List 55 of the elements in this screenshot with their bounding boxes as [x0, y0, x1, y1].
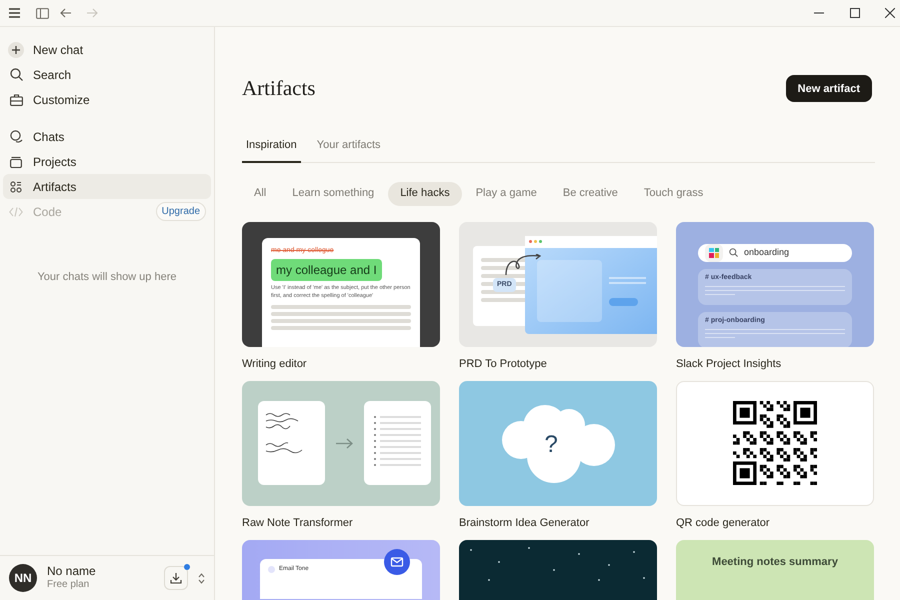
filter-chip[interactable]: Life hacks — [388, 182, 462, 206]
minimize-icon[interactable] — [814, 12, 824, 14]
correction-highlight: my colleague and I — [271, 259, 382, 281]
card-title[interactable]: Raw Note Transformer — [242, 514, 440, 528]
code-icon — [9, 206, 23, 216]
sidebar-item[interactable]: Chats — [3, 124, 211, 149]
artifact-thumbnail[interactable]: ? — [459, 380, 657, 506]
card-title[interactable]: Slack Project Insights — [676, 356, 874, 370]
expand-chevrons-icon[interactable] — [198, 572, 205, 584]
back-arrow-icon[interactable] — [60, 8, 72, 18]
filter-chip[interactable]: Play a game — [464, 182, 549, 206]
filter-chip[interactable]: Learn something — [280, 182, 386, 206]
artifact-thumbnail[interactable] — [242, 380, 440, 506]
page-title: Artifacts — [242, 75, 316, 102]
mail-icon — [384, 548, 410, 574]
search-icon — [10, 68, 22, 81]
card-heading: Meeting notes summary — [712, 554, 838, 568]
tab[interactable]: Inspiration — [242, 130, 301, 162]
artifact-thumbnail[interactable] — [676, 380, 874, 506]
menu-icon[interactable] — [9, 8, 20, 18]
search-icon — [729, 248, 738, 257]
close-icon[interactable] — [885, 8, 895, 18]
sidebar-item[interactable]: New chat — [3, 37, 211, 62]
sidebar-item[interactable]: Projects — [3, 149, 211, 174]
empty-state-text: Your chats will show up here — [36, 270, 178, 285]
maximize-icon[interactable] — [850, 8, 860, 18]
card-title[interactable]: Brainstorm Idea Generator — [459, 514, 657, 528]
app-logo-icon — [705, 244, 723, 262]
tab[interactable]: Your artifacts — [312, 130, 385, 162]
filter-chip[interactable]: Be creative — [550, 182, 630, 206]
sidebar-item[interactable]: Search — [3, 62, 211, 87]
artifact-thumbnail[interactable]: Meeting notes summary — [676, 540, 874, 600]
card-title[interactable]: Writing editor — [242, 356, 440, 370]
user-name: No name — [47, 564, 97, 578]
search-bar-drawing: onboarding — [698, 244, 852, 262]
new-artifact-button[interactable]: New artifact — [786, 75, 872, 102]
download-icon — [170, 572, 182, 584]
filter-chip[interactable]: All — [242, 182, 278, 206]
right-arrow-icon — [336, 438, 353, 448]
card-title[interactable]: QR code generator — [676, 514, 874, 528]
card-title[interactable]: PRD To Prototype — [459, 356, 657, 370]
chat-bubbles-icon — [10, 130, 22, 143]
plan-label: Free plan — [47, 578, 90, 592]
question-mark: ? — [544, 430, 558, 460]
user-avatar[interactable]: NN — [9, 564, 37, 592]
plus-icon — [8, 42, 24, 58]
sidebar-toggle-icon[interactable] — [36, 8, 49, 18]
folder-stack-icon — [10, 156, 22, 168]
grid-shapes-icon — [10, 180, 22, 192]
curved-arrow-icon — [505, 254, 541, 276]
download-button[interactable] — [164, 566, 188, 590]
filter-chip[interactable]: Touch grass — [632, 182, 716, 206]
toolbox-icon — [10, 94, 22, 106]
sidebar-item[interactable]: Customize — [3, 87, 211, 112]
sidebar-item[interactable]: Artifacts — [3, 174, 211, 199]
